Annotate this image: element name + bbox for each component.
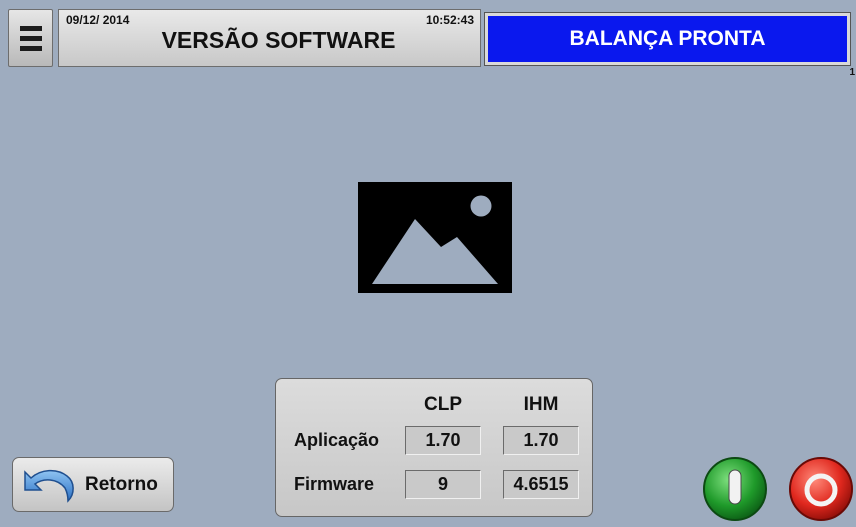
undo-arrow-icon [24, 469, 74, 503]
aplicacao-ihm-value: 1.70 [503, 426, 579, 455]
menu-button[interactable] [8, 9, 53, 67]
title-panel: 09/12/ 2014 10:52:43 VERSÃO SOFTWARE [58, 9, 481, 67]
version-panel: CLP IHM Aplicação 1.70 1.70 Firmware 9 4… [275, 378, 593, 517]
page-title: VERSÃO SOFTWARE [161, 27, 396, 53]
time-display: 10:52:43 [425, 13, 474, 27]
column-header-clp: CLP [424, 394, 462, 415]
back-button[interactable]: Retorno [12, 457, 174, 512]
stop-button[interactable] [788, 456, 854, 522]
menu-icon [19, 25, 42, 31]
power-on-icon [703, 457, 767, 521]
row-label-firmware: Firmware [294, 474, 375, 494]
power-off-icon [789, 457, 853, 521]
back-button-label: Retorno [85, 474, 158, 495]
status-banner: BALANÇA PRONTA [484, 12, 851, 66]
column-header-ihm: IHM [523, 394, 559, 415]
status-text: BALANÇA PRONTA [569, 27, 766, 50]
row-label-aplicacao: Aplicação [294, 430, 380, 450]
firmware-clp-value: 9 [405, 470, 481, 499]
corner-number: 1 [849, 67, 855, 78]
start-button[interactable] [702, 456, 768, 522]
aplicacao-clp-value: 1.70 [405, 426, 481, 455]
image-placeholder-icon [358, 182, 512, 293]
firmware-ihm-value: 4.6515 [503, 470, 579, 499]
date-display: 09/12/ 2014 [66, 13, 130, 27]
